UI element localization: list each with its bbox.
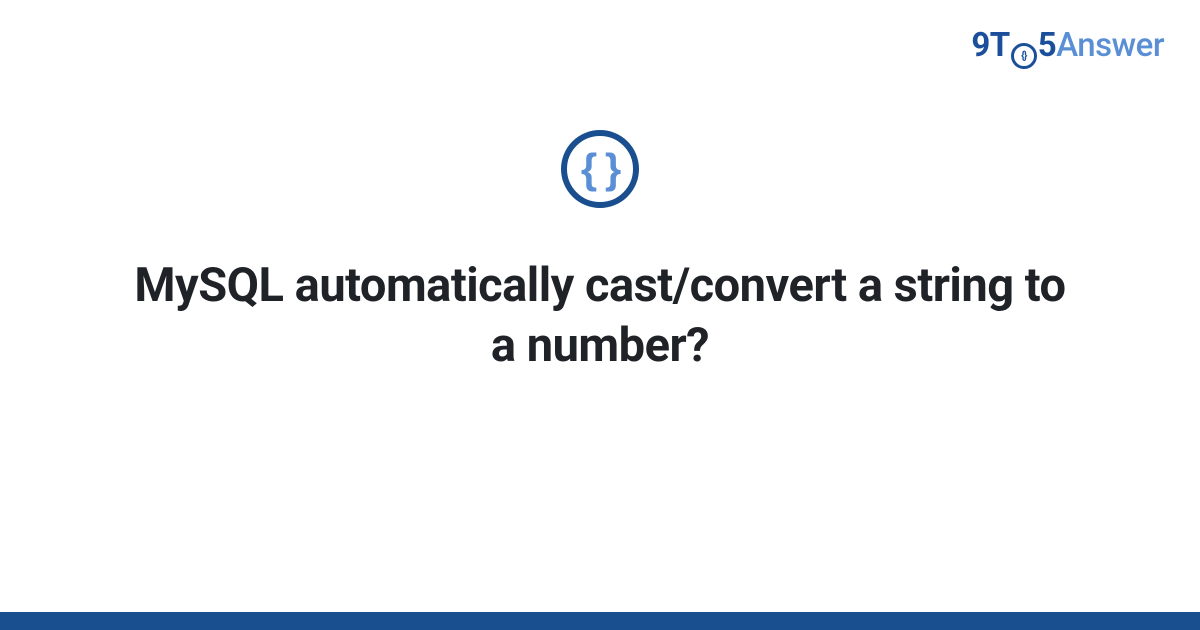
logo-circle-icon xyxy=(1011,43,1037,69)
footer-bar xyxy=(0,612,1200,630)
question-title: MySQL automatically cast/convert a strin… xyxy=(120,256,1080,376)
site-logo: 9T 5Answer xyxy=(971,26,1164,69)
logo-text-5: 5 xyxy=(1038,26,1056,65)
logo-text-9t: 9T xyxy=(971,26,1009,65)
braces-glyph: { } xyxy=(581,148,619,190)
logo-text-answer: Answer xyxy=(1056,26,1164,65)
code-braces-icon: { } xyxy=(561,130,639,208)
content-center: { } MySQL automatically cast/convert a s… xyxy=(0,130,1200,376)
